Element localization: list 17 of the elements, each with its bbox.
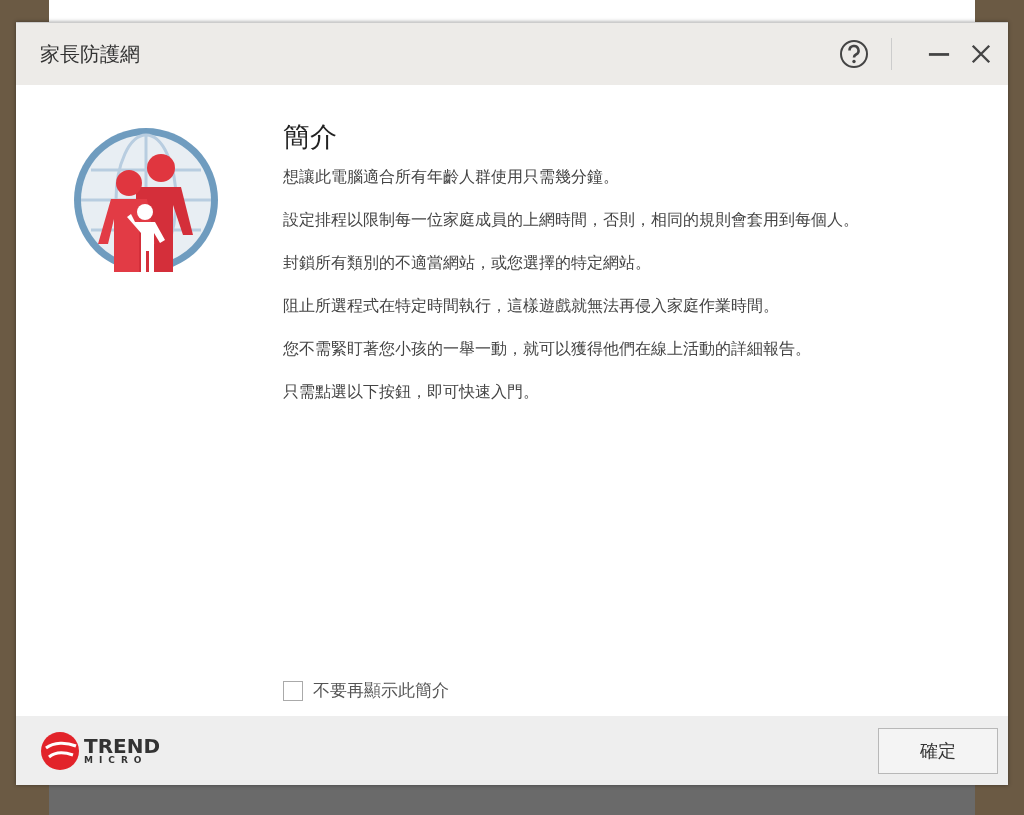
brand-ball-icon [40,730,80,771]
intro-heading: 簡介 [283,120,338,154]
intro-paragraph: 封鎖所有類別的不適當網站，或您選擇的特定網站。 [283,253,652,273]
checkbox[interactable] [283,680,303,701]
intro-paragraph: 想讓此電腦適合所有年齡人群使用只需幾分鐘。 [283,167,620,187]
intro-paragraph: 阻止所選程式在特定時間執行，這樣遊戲就無法再侵入家庭作業時間。 [283,296,780,316]
brand-name: TREND [84,736,161,756]
ok-button[interactable]: 確定 [878,727,998,774]
window-title: 家長防護網 [40,40,141,68]
close-icon[interactable] [970,43,992,65]
brand-subname: MICRO [84,756,149,765]
intro-paragraph: 設定排程以限制每一位家庭成員的上網時間，否則，相同的規則會套用到每個人。 [283,210,860,230]
help-icon[interactable] [839,39,869,69]
checkbox-label[interactable]: 不要再顯示此簡介 [313,679,449,702]
family-globe-icon [71,125,221,275]
intro-paragraph: 只需點選以下按鈕，即可快速入門。 [283,382,540,402]
intro-paragraph: 您不需緊盯著您小孩的一舉一動，就可以獲得他們在線上活動的詳細報告。 [283,339,812,359]
